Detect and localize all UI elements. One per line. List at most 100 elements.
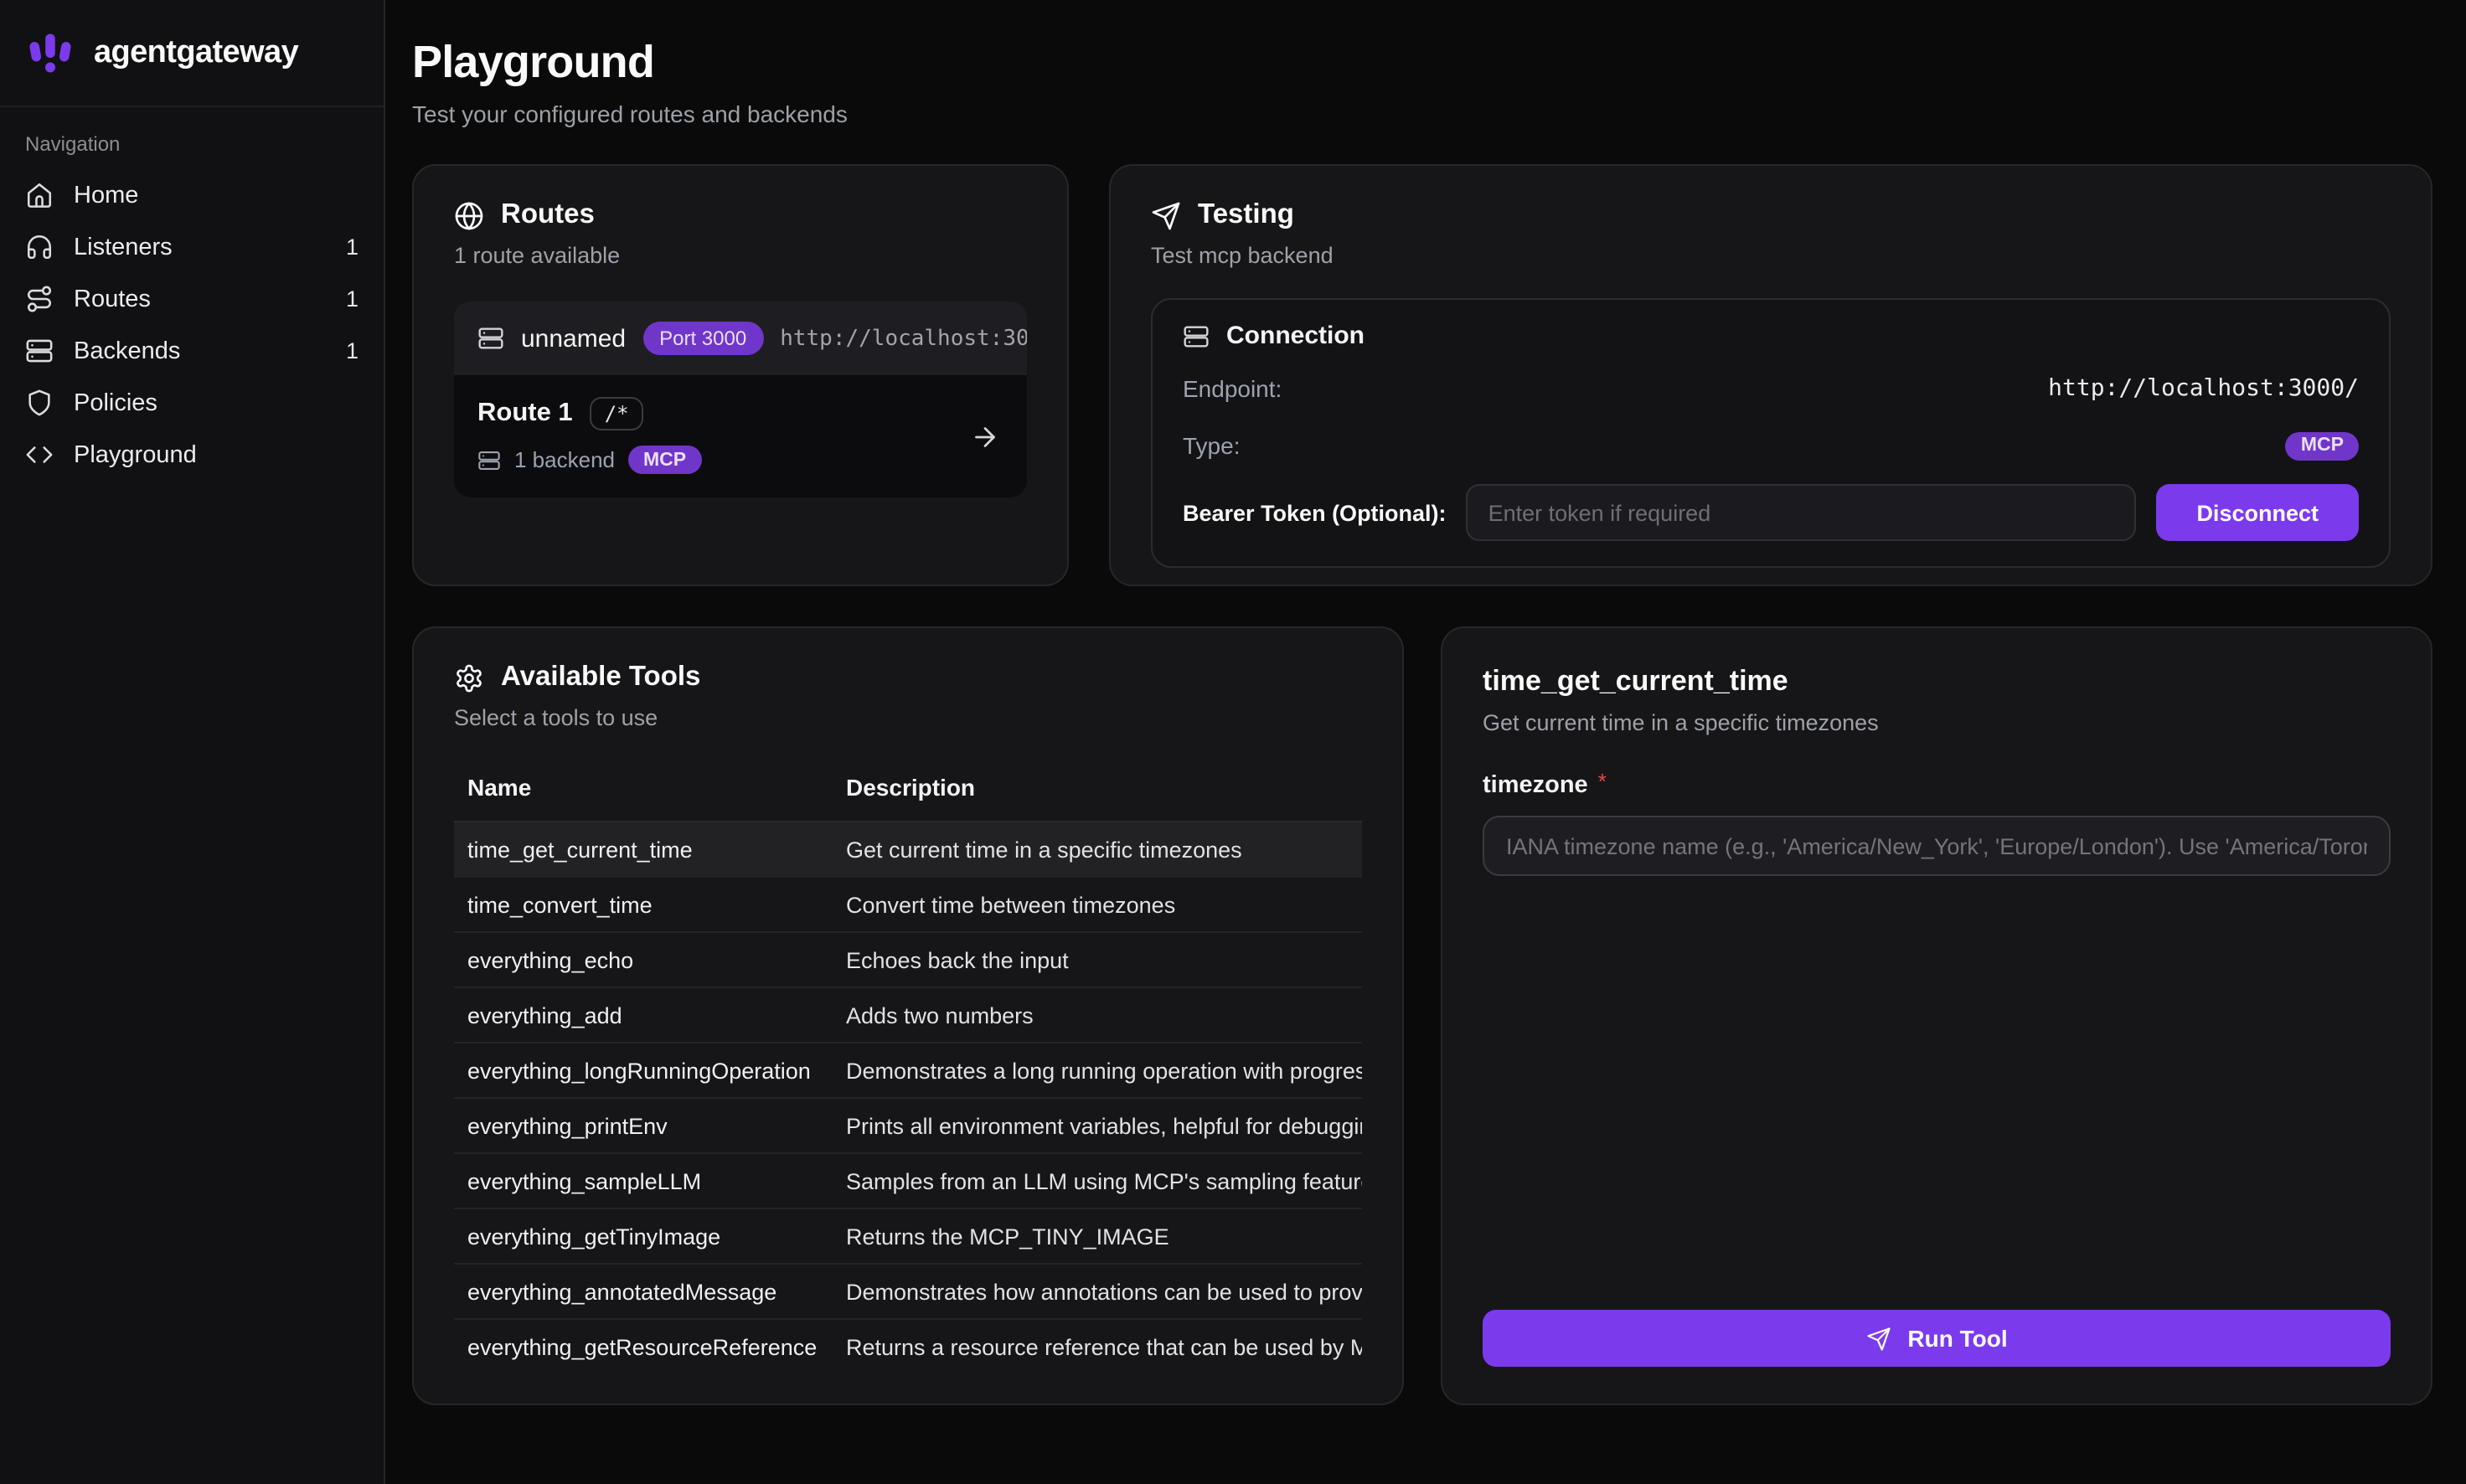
- table-row[interactable]: everything_echo Echoes back the input: [454, 932, 1362, 987]
- sidebar-item-label: Home: [74, 182, 138, 209]
- gear-icon: [454, 662, 484, 693]
- table-row[interactable]: everything_add Adds two numbers: [454, 987, 1362, 1043]
- routes-card-header: Routes: [454, 199, 1027, 231]
- available-tools-card: Available Tools Select a tools to use Na…: [412, 626, 1404, 1405]
- tool-name-cell: everything_longRunningOperation: [454, 1043, 833, 1098]
- timezone-input[interactable]: [1483, 816, 2391, 876]
- listener-name: unnamed: [521, 324, 626, 353]
- tools-table: Name Description time_get_current_time G…: [454, 764, 1362, 1374]
- route-icon: [25, 285, 54, 313]
- sidebar-item-label: Playground: [74, 441, 197, 468]
- code-icon: [25, 441, 54, 469]
- tool-description-cell: Samples from an LLM using MCP's sampling…: [833, 1153, 1362, 1208]
- bearer-token-row: Bearer Token (Optional): Disconnect: [1183, 484, 2359, 541]
- table-row[interactable]: everything_sampleLLM Samples from an LLM…: [454, 1153, 1362, 1208]
- protocol-badge: MCP: [628, 446, 701, 474]
- server-icon: [25, 337, 54, 365]
- arrow-right-icon[interactable]: [970, 421, 1000, 451]
- tool-name-cell: time_convert_time: [454, 877, 833, 932]
- tool-runner-subtitle: Get current time in a specific timezones: [1483, 710, 2391, 735]
- run-tool-button[interactable]: Run Tool: [1483, 1310, 2391, 1367]
- sidebar-item-listeners[interactable]: Listeners 1: [0, 221, 384, 273]
- table-row[interactable]: everything_printEnv Prints all environme…: [454, 1098, 1362, 1153]
- server-icon: [477, 325, 504, 352]
- tool-runner-title: time_get_current_time: [1483, 665, 2391, 698]
- sidebar-nav: Home Listeners 1 Routes 1: [0, 169, 384, 481]
- table-row[interactable]: time_convert_time Convert time between t…: [454, 877, 1362, 932]
- bearer-token-label: Bearer Token (Optional):: [1183, 500, 1447, 525]
- endpoint-row: Endpoint: http://localhost:3000/: [1183, 370, 2359, 407]
- table-row[interactable]: everything_getResourceReference Returns …: [454, 1319, 1362, 1374]
- sidebar-item-count: 1: [346, 338, 359, 363]
- tool-name-cell: everything_sampleLLM: [454, 1153, 833, 1208]
- server-icon: [477, 448, 501, 471]
- tool-name-cell: everything_add: [454, 987, 833, 1043]
- tools-table-body: time_get_current_time Get current time i…: [454, 822, 1362, 1374]
- table-row[interactable]: everything_getTinyImage Returns the MCP_…: [454, 1208, 1362, 1264]
- tool-runner-card: time_get_current_time Get current time i…: [1441, 626, 2432, 1405]
- sidebar-item-label: Backends: [74, 338, 180, 364]
- bottom-row: Available Tools Select a tools to use Na…: [412, 626, 2432, 1405]
- listener-row[interactable]: unnamed Port 3000 http://localhost:3000/: [454, 301, 1027, 375]
- main-content: Playground Test your configured routes a…: [385, 0, 2466, 1484]
- home-icon: [25, 181, 54, 209]
- connection-panel: Connection Endpoint: http://localhost:30…: [1151, 298, 2391, 568]
- tool-description-cell: Demonstrates how annotations can be used…: [833, 1264, 1362, 1319]
- disconnect-button[interactable]: Disconnect: [2156, 484, 2359, 541]
- tool-description-cell: Get current time in a specific timezones: [833, 822, 1362, 877]
- tool-name-cell: everything_annotatedMessage: [454, 1264, 833, 1319]
- sidebar-item-home[interactable]: Home: [0, 169, 384, 221]
- headphones-icon: [25, 233, 54, 261]
- endpoint-value: http://localhost:3000/: [2048, 375, 2359, 402]
- routes-card: Routes 1 route available unnamed Port 30…: [412, 164, 1069, 586]
- timezone-field-label-row: timezone *: [1483, 772, 2391, 799]
- sidebar-item-label: Routes: [74, 286, 151, 312]
- tool-description-cell: Convert time between timezones: [833, 877, 1362, 932]
- column-header-name: Name: [454, 764, 833, 822]
- run-tool-label: Run Tool: [1907, 1325, 2007, 1352]
- connection-header: Connection: [1183, 322, 2359, 350]
- nav-section-label: Navigation: [0, 132, 384, 156]
- column-header-description: Description: [833, 764, 1362, 822]
- sidebar-item-label: Policies: [74, 389, 157, 416]
- testing-card: Testing Test mcp backend Connection Endp…: [1109, 164, 2432, 586]
- backend-count: 1 backend: [514, 447, 615, 472]
- type-row: Type: MCP: [1183, 427, 2359, 464]
- table-row[interactable]: time_get_current_time Get current time i…: [454, 822, 1362, 877]
- required-marker: *: [1598, 769, 1607, 794]
- testing-card-title: Testing: [1198, 199, 1294, 231]
- endpoint-label: Endpoint:: [1183, 375, 1282, 402]
- route-meta-row: 1 backend MCP: [477, 446, 1003, 474]
- timezone-field-label: timezone: [1483, 772, 1588, 799]
- tool-name-cell: everything_echo: [454, 932, 833, 987]
- tools-table-header-row: Name Description: [454, 764, 1362, 822]
- route-path-chip: /*: [590, 397, 644, 430]
- brand-name: agentgateway: [94, 34, 298, 71]
- sidebar-item-backends[interactable]: Backends 1: [0, 325, 384, 377]
- sidebar-item-policies[interactable]: Policies: [0, 377, 384, 429]
- tool-description-cell: Echoes back the input: [833, 932, 1362, 987]
- table-row[interactable]: everything_annotatedMessage Demonstrates…: [454, 1264, 1362, 1319]
- tool-description-cell: Prints all environment variables, helpfu…: [833, 1098, 1362, 1153]
- shield-icon: [25, 389, 54, 417]
- route-item[interactable]: Route 1 /* 1 backend MCP: [454, 375, 1027, 497]
- tool-description-cell: Adds two numbers: [833, 987, 1362, 1043]
- sidebar-item-playground[interactable]: Playground: [0, 429, 384, 481]
- tool-name-cell: everything_printEnv: [454, 1098, 833, 1153]
- table-row[interactable]: everything_longRunningOperation Demonstr…: [454, 1043, 1362, 1098]
- type-badge: MCP: [2286, 431, 2359, 460]
- sidebar-item-routes[interactable]: Routes 1: [0, 273, 384, 325]
- tool-description-cell: Returns the MCP_TINY_IMAGE: [833, 1208, 1362, 1264]
- routes-card-subtitle: 1 route available: [454, 243, 1027, 268]
- tool-name-cell: everything_getResourceReference: [454, 1319, 833, 1374]
- sidebar-item-count: 1: [346, 234, 359, 260]
- route-name: Route 1: [477, 399, 573, 429]
- page-subtitle: Test your configured routes and backends: [412, 100, 2432, 127]
- globe-icon: [454, 200, 484, 230]
- spacer: [1483, 876, 2391, 1310]
- testing-card-subtitle: Test mcp backend: [1151, 243, 2391, 268]
- route-title-row: Route 1 /*: [477, 397, 1003, 430]
- bearer-token-input[interactable]: [1467, 484, 2137, 541]
- listener-group: unnamed Port 3000 http://localhost:3000/…: [454, 301, 1027, 497]
- tool-description-cell: Demonstrates a long running operation wi…: [833, 1043, 1362, 1098]
